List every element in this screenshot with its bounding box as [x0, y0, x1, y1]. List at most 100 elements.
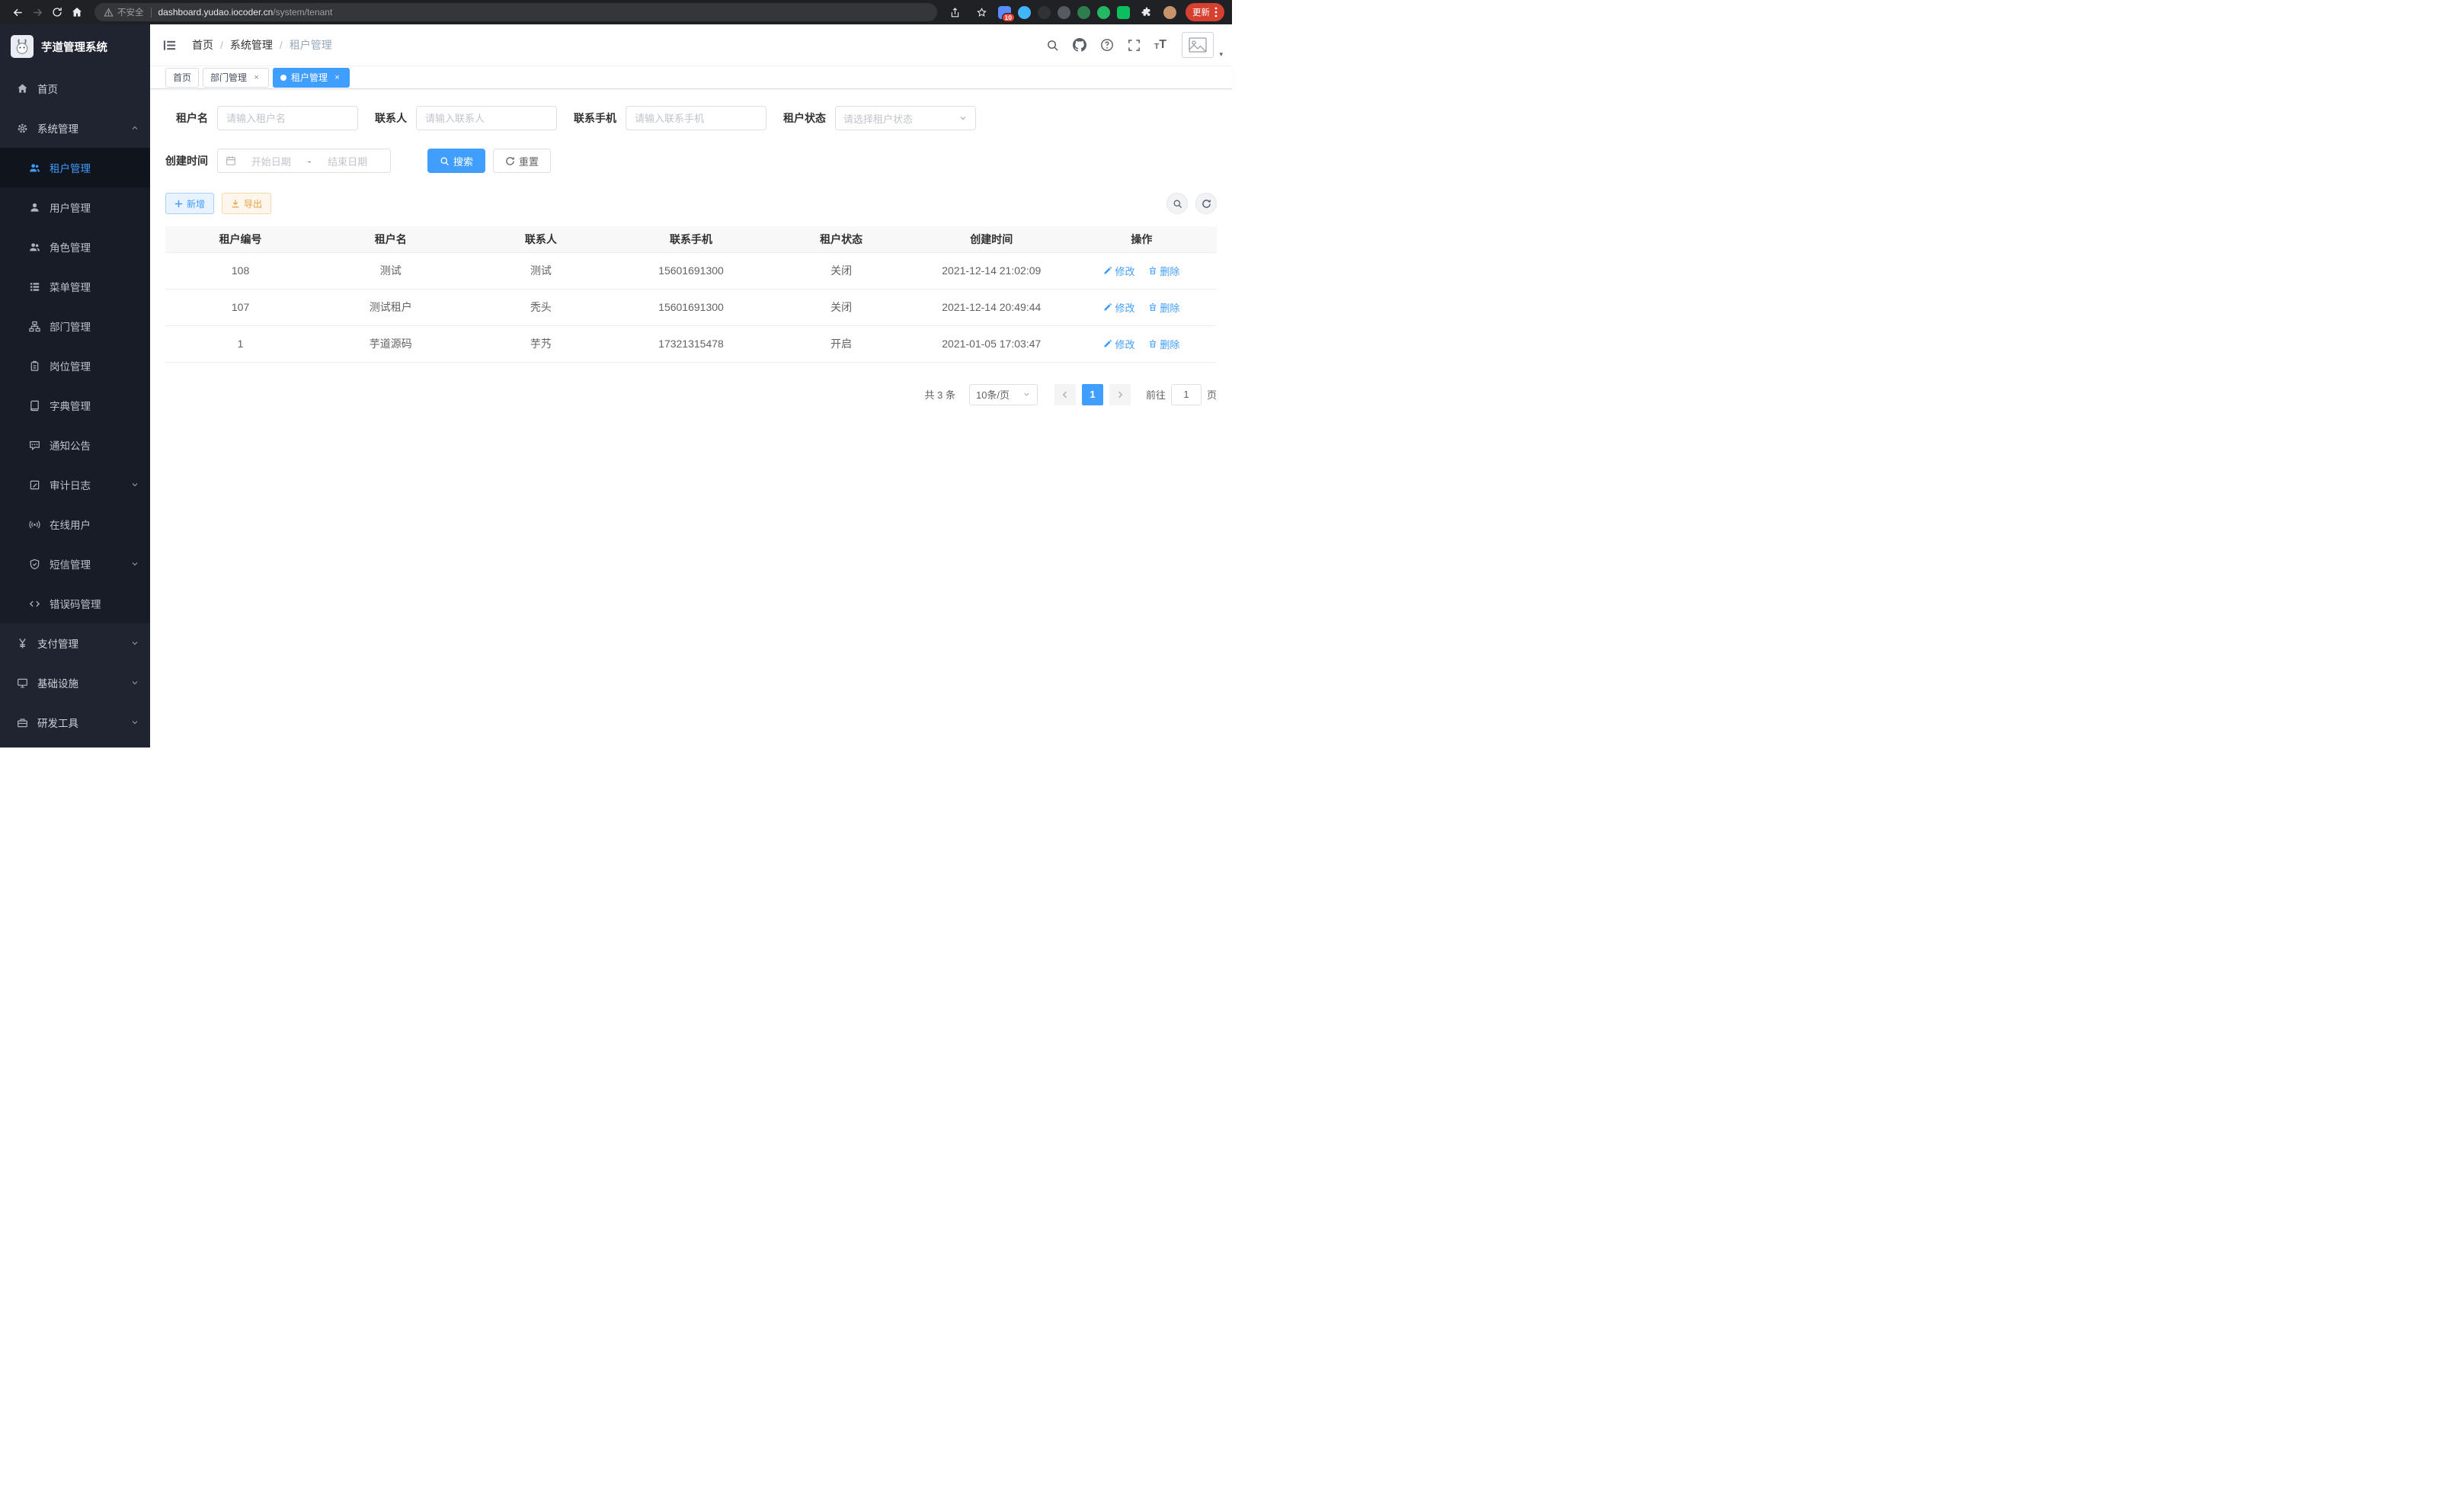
update-button[interactable]: 更新 [1186, 3, 1224, 21]
browser-profile-avatar[interactable] [1163, 6, 1176, 19]
chevron-up-icon [130, 123, 139, 133]
sidebar-item-sms[interactable]: 短信管理 [0, 544, 150, 584]
search-button-label: 搜索 [453, 154, 473, 168]
next-page-button[interactable] [1109, 384, 1131, 405]
url-bar[interactable]: 不安全 dashboard.yudao.iocoder.cn /system/t… [94, 3, 937, 21]
extension-icon-1[interactable]: 10 [998, 6, 1011, 19]
sidebar-item-audit-log[interactable]: 审计日志 [0, 465, 150, 504]
url-domain: dashboard.yudao.iocoder.cn [158, 7, 274, 18]
sidebar-item-error-code[interactable]: 错误码管理 [0, 584, 150, 623]
chevron-down-icon [1022, 390, 1031, 399]
edit-link[interactable]: 修改 [1103, 300, 1134, 315]
search-icon[interactable] [1046, 39, 1059, 52]
caret-down-icon[interactable]: ▾ [1219, 50, 1223, 59]
status-select-placeholder: 请选择租户状态 [843, 111, 913, 126]
sidebar-item-infra[interactable]: 基础设施 [0, 663, 150, 703]
refresh-table-icon[interactable] [1195, 193, 1217, 214]
sidebar-item-payment[interactable]: 支付管理 [0, 623, 150, 663]
cell-tenant-name: 芋道源码 [315, 325, 466, 362]
font-size-icon[interactable]: TT [1154, 39, 1166, 51]
sidebar-item-label: 通知公告 [50, 437, 91, 453]
table-toolbar: 新增 导出 [165, 193, 1217, 214]
extension-icon-5[interactable] [1077, 6, 1090, 19]
create-time-label: 创建时间 [165, 153, 208, 168]
date-range-input[interactable]: 开始日期 - 结束日期 [217, 149, 391, 173]
sidebar-item-home[interactable]: 首页 [0, 69, 150, 108]
sidebar-item-menu[interactable]: 菜单管理 [0, 267, 150, 306]
close-icon[interactable]: × [332, 72, 342, 82]
user-avatar[interactable] [1182, 32, 1214, 58]
breadcrumb-item[interactable]: 系统管理 [230, 37, 273, 53]
tenant-name-input[interactable] [217, 106, 358, 130]
delete-link[interactable]: 删除 [1148, 337, 1179, 351]
browser-back-icon[interactable] [8, 2, 27, 22]
user-avatar-wrap: ▾ [1182, 32, 1214, 58]
sidebar-item-system[interactable]: 系统管理 [0, 108, 150, 148]
help-icon[interactable] [1100, 38, 1114, 52]
not-secure-warning[interactable]: 不安全 [104, 6, 144, 18]
contact-input[interactable] [416, 106, 557, 130]
delete-link[interactable]: 删除 [1148, 300, 1179, 315]
fullscreen-icon[interactable] [1128, 39, 1141, 52]
tab-dept[interactable]: 部门管理 × [203, 68, 269, 88]
sidebar-item-dict[interactable]: 字典管理 [0, 386, 150, 425]
sidebar-item-dept[interactable]: 部门管理 [0, 306, 150, 346]
bookmark-star-icon[interactable] [971, 2, 991, 22]
browser-home-icon[interactable] [67, 2, 87, 22]
breadcrumb-item[interactable]: 首页 [192, 37, 213, 53]
edit-link[interactable]: 修改 [1103, 337, 1134, 351]
extensions-puzzle-icon[interactable] [1137, 2, 1157, 22]
url-path: /system/tenant [273, 7, 332, 18]
phone-input[interactable] [626, 106, 766, 130]
cell-phone: 15601691300 [616, 252, 766, 289]
code-icon [29, 598, 40, 610]
sidebar-item-online-users[interactable]: 在线用户 [0, 504, 150, 544]
page-number-button[interactable]: 1 [1082, 384, 1103, 405]
total-count-label: 共 3 条 [925, 387, 955, 402]
page-size-select[interactable]: 10条/页 [969, 384, 1038, 405]
share-icon[interactable] [945, 2, 965, 22]
sidebar-fold-icon[interactable] [162, 38, 177, 53]
logo[interactable]: 芋道管理系统 [0, 24, 150, 69]
sidebar-item-dev-tools[interactable]: 研发工具 [0, 703, 150, 742]
browser-refresh-icon[interactable] [47, 2, 67, 22]
extension-icon-2[interactable] [1018, 6, 1031, 19]
sidebar-item-user[interactable]: 用户管理 [0, 187, 150, 227]
export-button[interactable]: 导出 [222, 193, 271, 214]
close-icon[interactable]: × [251, 72, 261, 82]
filter-row-2: 创建时间 开始日期 - 结束日期 [165, 149, 1217, 173]
browser-forward-icon[interactable] [27, 2, 47, 22]
extension-icon-4[interactable] [1058, 6, 1070, 19]
edit-link[interactable]: 修改 [1103, 264, 1134, 278]
id-badge-icon [29, 360, 40, 372]
prev-page-button[interactable] [1054, 384, 1076, 405]
github-icon[interactable] [1073, 38, 1086, 52]
column-header: 租户名 [315, 226, 466, 252]
status-select[interactable]: 请选择租户状态 [835, 106, 976, 130]
add-button[interactable]: 新增 [165, 193, 214, 214]
extension-icon-3[interactable] [1038, 6, 1051, 19]
sidebar-item-post[interactable]: 岗位管理 [0, 346, 150, 386]
search-button[interactable]: 搜索 [427, 149, 485, 173]
tab-home[interactable]: 首页 [165, 68, 199, 88]
column-header: 联系人 [466, 226, 616, 252]
sidebar-item-tenant[interactable]: 租户管理 [0, 148, 150, 187]
sidebar-item-role[interactable]: 角色管理 [0, 227, 150, 267]
tab-tenant[interactable]: 租户管理 × [273, 68, 350, 88]
not-secure-label: 不安全 [117, 6, 144, 18]
reset-button[interactable]: 重置 [493, 149, 551, 173]
goto-page-input[interactable] [1171, 384, 1202, 405]
extension-icon-6[interactable] [1097, 6, 1110, 19]
filter-phone: 联系手机 [574, 106, 766, 130]
breadcrumb-current: 租户管理 [290, 37, 332, 53]
shield-check-icon [29, 559, 40, 570]
sidebar-item-label: 错误码管理 [50, 596, 101, 611]
sidebar-item-label: 字典管理 [50, 398, 91, 413]
toggle-search-icon[interactable] [1166, 193, 1188, 214]
kebab-menu-icon[interactable] [1214, 7, 1218, 18]
extension-icon-7[interactable] [1117, 6, 1130, 19]
sidebar-item-notice[interactable]: 通知公告 [0, 425, 150, 465]
users-icon [29, 242, 40, 253]
delete-link[interactable]: 删除 [1148, 264, 1179, 278]
cell-contact: 秃头 [466, 289, 616, 325]
